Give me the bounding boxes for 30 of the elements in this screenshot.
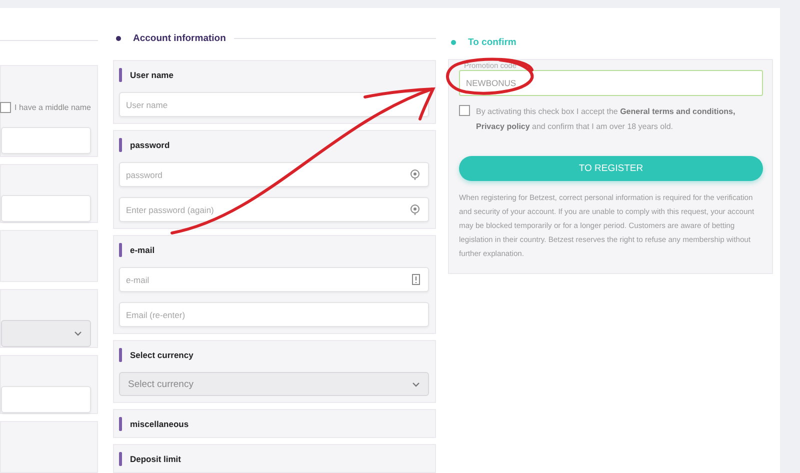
field-label: e-mail bbox=[130, 245, 155, 255]
section-title: To confirm bbox=[468, 36, 516, 48]
field-label: Select currency bbox=[130, 350, 194, 360]
eye-icon[interactable] bbox=[410, 169, 420, 180]
checkbox-label: I have a middle name bbox=[14, 103, 91, 112]
input-field[interactable] bbox=[1, 127, 91, 154]
input-field[interactable] bbox=[1, 194, 91, 222]
terms-text: By activating this check box I accept the General terms and conditions, Privacy policy and confirm that I am over 18 years old. bbox=[476, 106, 736, 134]
field-label: User name bbox=[130, 70, 174, 80]
input-field[interactable]: Enter password (again) bbox=[119, 197, 429, 222]
field-label: Deposit limit bbox=[130, 454, 182, 464]
eye-icon[interactable] bbox=[410, 204, 420, 215]
chevron-down-icon bbox=[412, 382, 420, 386]
input-field[interactable]: e-mail bbox=[119, 267, 429, 292]
input-field[interactable]: User name bbox=[119, 92, 429, 117]
bullet-icon bbox=[116, 36, 121, 40]
section-title: Account information bbox=[133, 32, 226, 44]
input-field[interactable] bbox=[1, 386, 91, 413]
chevron-down-icon bbox=[74, 330, 82, 336]
field-label: miscellaneous bbox=[130, 419, 189, 429]
register-button[interactable]: TO REGISTER bbox=[459, 156, 763, 182]
currency-select[interactable]: Select currency bbox=[119, 372, 429, 396]
card-icon bbox=[412, 274, 420, 285]
input-field[interactable]: password bbox=[119, 162, 429, 187]
input-field[interactable]: Email (re-enter) bbox=[119, 302, 429, 327]
bullet-icon bbox=[451, 40, 456, 44]
field-label: password bbox=[130, 140, 170, 150]
middle-name-checkbox[interactable] bbox=[0, 102, 10, 114]
terms-checkbox[interactable] bbox=[459, 105, 470, 116]
select-field[interactable] bbox=[1, 320, 91, 347]
